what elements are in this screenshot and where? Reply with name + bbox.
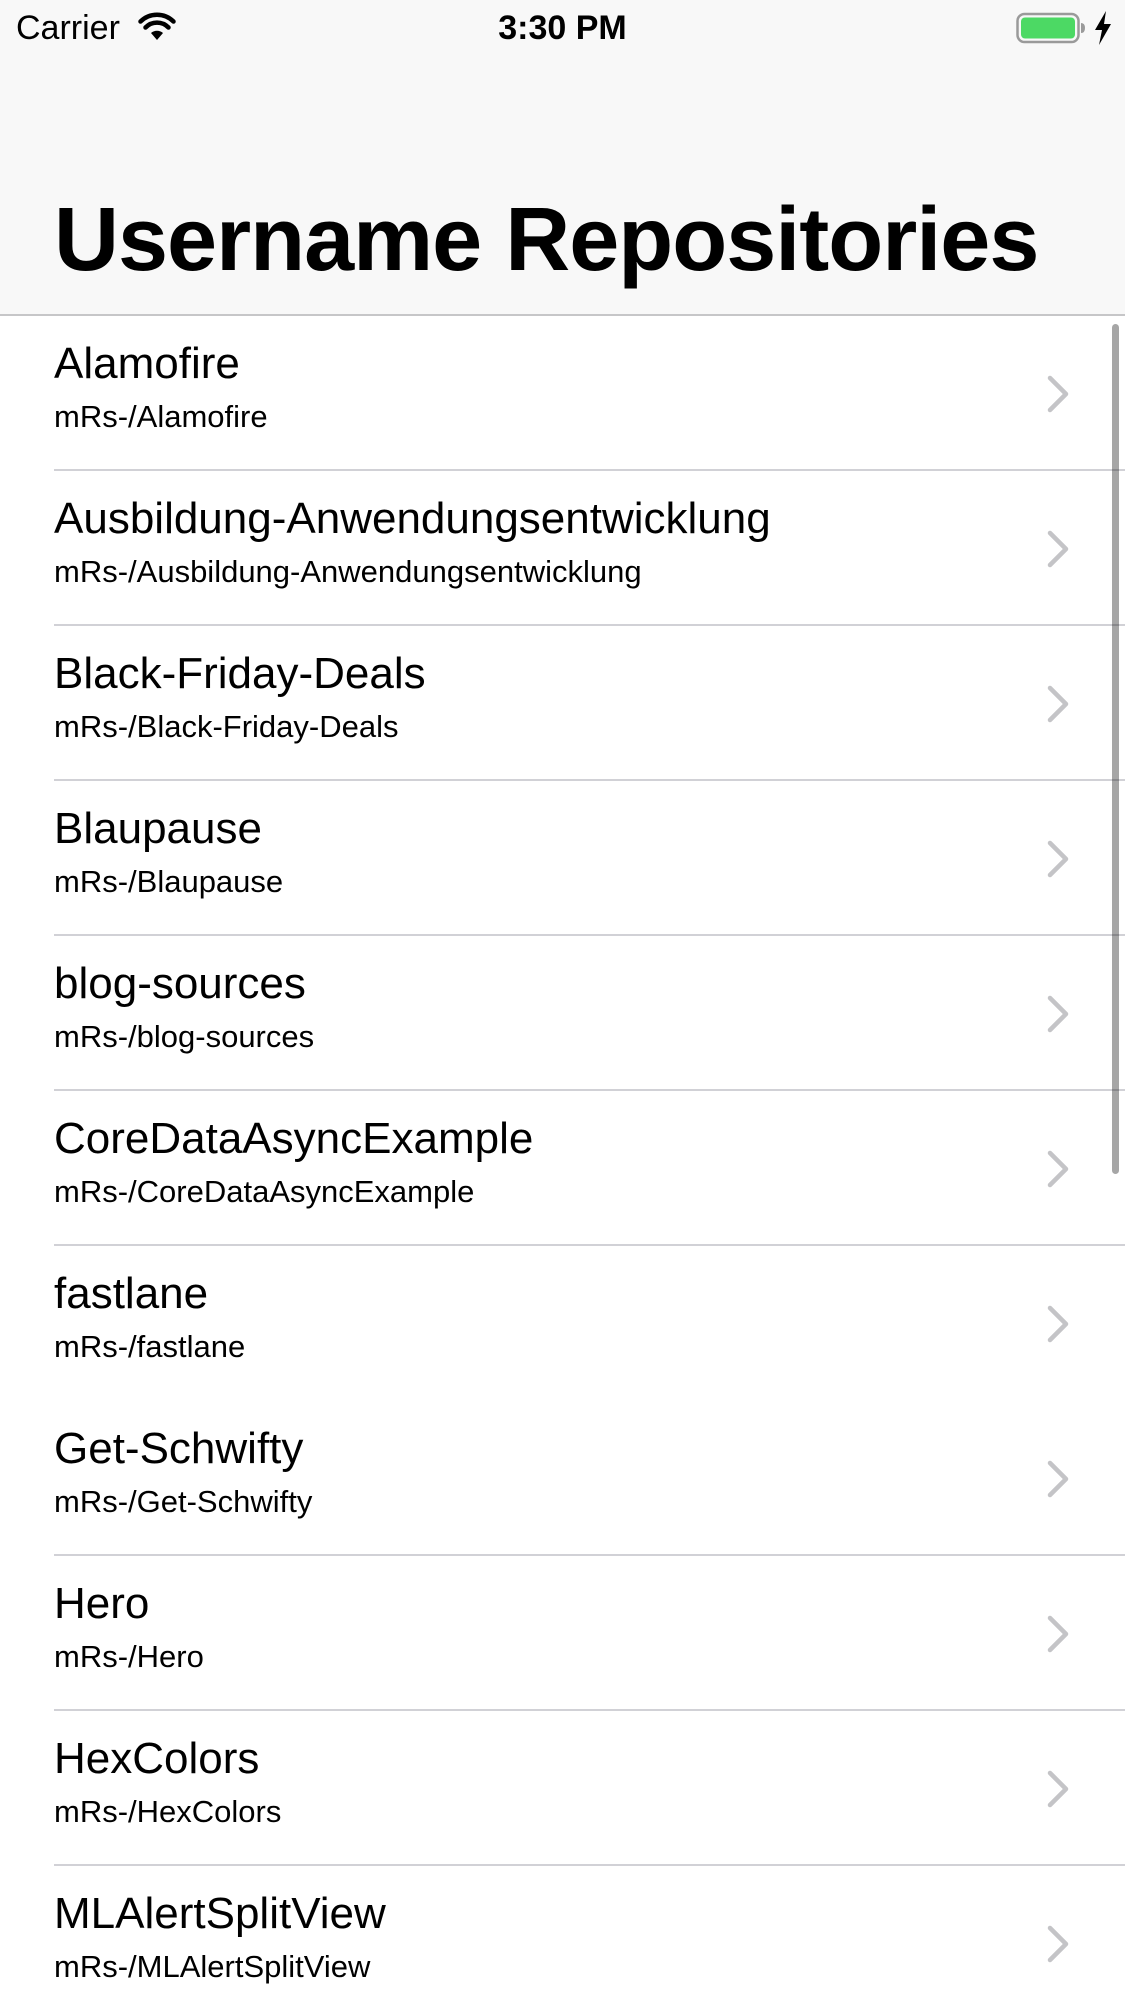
battery-icon — [1016, 12, 1085, 44]
list-item[interactable]: Hero mRs-/Hero — [0, 1556, 1125, 1711]
list-item[interactable]: Get-Schwifty mRs-/Get-Schwifty — [0, 1401, 1125, 1556]
repo-name: Black-Friday-Deals — [54, 649, 426, 698]
status-bar: Carrier 3:30 PM — [0, 0, 1125, 58]
chevron-right-icon — [1047, 1615, 1069, 1653]
chevron-right-icon — [1047, 375, 1069, 413]
list-item[interactable]: Black-Friday-Deals mRs-/Black-Friday-Deal… — [0, 626, 1125, 781]
repo-full-name: mRs-/Get-Schwifty — [54, 1484, 313, 1519]
repo-full-name: mRs-/Black-Friday-Deals — [54, 709, 399, 744]
chevron-right-icon — [1047, 1770, 1069, 1808]
repo-full-name: mRs-/Blaupause — [54, 864, 284, 899]
repo-full-name: mRs-/blog-sources — [54, 1019, 315, 1054]
chevron-right-icon — [1047, 1925, 1069, 1963]
clock: 3:30 PM — [498, 9, 627, 47]
chevron-right-icon — [1047, 840, 1069, 878]
repo-name: Blaupause — [54, 804, 262, 853]
chevron-right-icon — [1047, 530, 1069, 568]
repo-full-name: mRs-/Alamofire — [54, 399, 268, 434]
chevron-right-icon — [1047, 685, 1069, 723]
chevron-right-icon — [1047, 1150, 1069, 1188]
repo-full-name: mRs-/HexColors — [54, 1794, 282, 1829]
list-item[interactable]: Alamofire mRs-/Alamofire — [0, 316, 1125, 471]
repo-full-name: mRs-/CoreDataAsyncExample — [54, 1174, 475, 1209]
chevron-right-icon — [1047, 1305, 1069, 1343]
repo-full-name: mRs-/MLAlertSplitView — [54, 1949, 371, 1984]
repo-name: MLAlertSplitView — [54, 1889, 386, 1938]
charging-icon — [1095, 11, 1111, 45]
chevron-right-icon — [1047, 1460, 1069, 1498]
list-item[interactable]: HexColors mRs-/HexColors — [0, 1711, 1125, 1866]
list-item[interactable]: Blaupause mRs-/Blaupause — [0, 781, 1125, 936]
list-item[interactable]: MLAlertSplitView mRs-/MLAlertSplitView — [0, 1866, 1125, 2000]
list-item[interactable]: Ausbildung-Anwendungsentwicklung mRs-/Aus… — [0, 471, 1125, 626]
repo-name: blog-sources — [54, 959, 306, 1008]
repo-name: HexColors — [54, 1734, 260, 1783]
repo-name: Alamofire — [54, 339, 240, 388]
repo-full-name: mRs-/Hero — [54, 1639, 204, 1674]
repo-name: Ausbildung-Anwendungsentwicklung — [54, 494, 771, 543]
list-item[interactable]: blog-sources mRs-/blog-sources — [0, 936, 1125, 1091]
repo-name: Hero — [54, 1579, 150, 1628]
list-item[interactable]: CoreDataAsyncExample mRs-/CoreDataAsyncEx… — [0, 1091, 1125, 1246]
repo-full-name: mRs-/Ausbildung-Anwendungsentwicklung — [54, 554, 642, 589]
navigation-bar: Carrier 3:30 PM Username Repositories — [0, 0, 1125, 316]
list-item[interactable]: fastlane mRs-/fastlane — [0, 1246, 1125, 1401]
repo-name: Get-Schwifty — [54, 1424, 304, 1473]
repo-full-name: mRs-/fastlane — [54, 1329, 246, 1364]
scroll-indicator[interactable] — [1112, 324, 1119, 1174]
repository-list[interactable]: Alamofire mRs-/Alamofire Ausbildung-Anwend… — [0, 316, 1125, 2000]
chevron-right-icon — [1047, 995, 1069, 1033]
repo-name: CoreDataAsyncExample — [54, 1114, 534, 1163]
page-title: Username Repositories — [54, 190, 1039, 290]
repo-name: fastlane — [54, 1269, 209, 1318]
screen: Carrier 3:30 PM Username Repositories Al… — [0, 0, 1125, 2000]
